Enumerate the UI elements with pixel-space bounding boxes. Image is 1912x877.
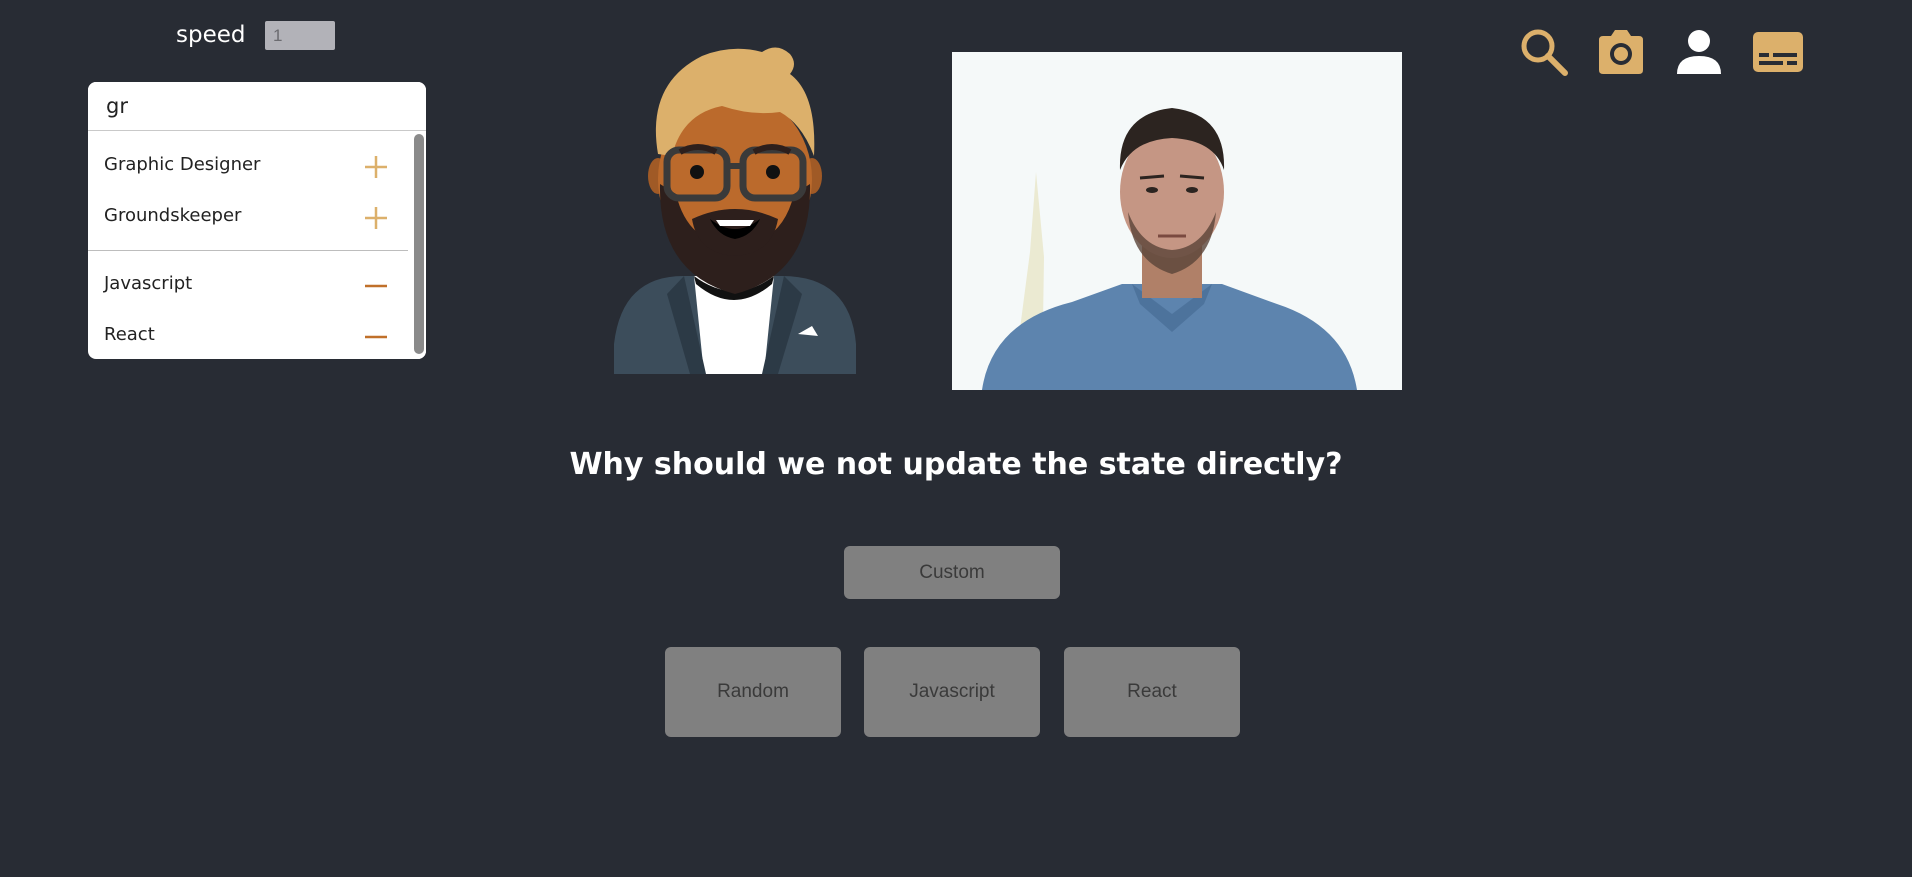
selected-tag-label: Javascript [104,273,193,294]
selected-tag[interactable]: Javascript [88,261,408,311]
speed-input[interactable] [265,21,335,50]
tag-scrollbar[interactable] [412,132,426,359]
camera-icon[interactable] [1595,26,1647,78]
interview-page: speed Graphic Designer Groundskeeper Jav… [0,0,1912,877]
tag-search-input[interactable] [88,82,426,131]
subtitles-icon[interactable] [1751,26,1805,78]
interviewer-avatar [614,47,856,374]
suggestion-label: Graphic Designer [104,154,261,175]
scrollbar-thumb[interactable] [414,134,424,354]
speed-label: speed [176,22,246,48]
tag-divider [88,250,408,251]
user-icon[interactable] [1673,26,1725,78]
topic-button-react[interactable]: React [1064,647,1240,737]
suggestion-label: Groundskeeper [104,205,242,226]
suggestion-item[interactable]: Graphic Designer [88,142,408,192]
topic-button-random[interactable]: Random [665,647,841,737]
search-icon[interactable] [1518,26,1570,78]
remove-icon[interactable] [360,270,392,302]
selected-tag[interactable]: React [88,312,408,359]
question-text: Why should we not update the state direc… [569,447,1343,482]
suggestion-item[interactable]: Groundskeeper [88,193,408,243]
add-icon[interactable] [360,202,392,234]
topic-button-javascript[interactable]: Javascript [864,647,1040,737]
tag-panel: Graphic Designer Groundskeeper Javascrip… [88,82,426,359]
remove-icon[interactable] [360,321,392,353]
add-icon[interactable] [360,151,392,183]
custom-button[interactable]: Custom [844,546,1060,599]
webcam-feed [952,52,1402,390]
selected-tag-label: React [104,324,155,345]
